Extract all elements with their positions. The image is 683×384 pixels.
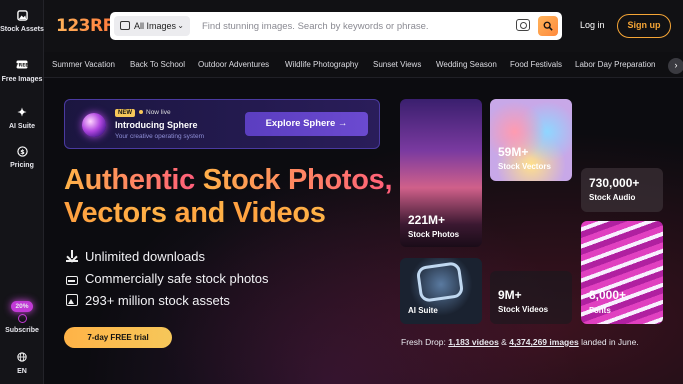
search-button[interactable]	[538, 16, 558, 36]
fresh-amp: &	[498, 337, 510, 347]
category-link[interactable]: Summer Vacation	[52, 60, 115, 69]
headline-text: Stock Photos,	[195, 164, 393, 196]
sidebar-item-label: Free Images	[1, 76, 43, 83]
promo-subtitle: Your creative operating system	[115, 133, 205, 140]
signup-button[interactable]: Sign up	[617, 14, 671, 38]
promo-title: Introducing Sphere	[115, 120, 198, 130]
dollar-icon: $	[16, 146, 28, 158]
category-link[interactable]: Sunset Views	[373, 60, 421, 69]
search-bar: All Images ⌄	[110, 12, 562, 40]
tile-stock-videos[interactable]: 9M+ Stock Videos	[490, 271, 572, 324]
feature-item: Unlimited downloads	[66, 249, 205, 265]
fresh-images-link[interactable]: 4,374,269 images	[509, 337, 578, 347]
tile-stock-vectors[interactable]: 59M+ Stock Vectors	[490, 99, 572, 181]
free-icon: FREE	[16, 60, 28, 72]
language-label: EN	[17, 368, 27, 375]
headline-accent: Authentic	[64, 164, 196, 196]
headline-text: and	[166, 197, 233, 229]
tile-count: 9M+	[498, 288, 522, 302]
image-icon	[16, 10, 28, 22]
tile-count: 730,000+	[589, 176, 640, 190]
tile-count: 221M+	[408, 213, 446, 227]
language-selector[interactable]: EN	[0, 352, 44, 376]
subscribe-glow-icon	[17, 314, 27, 323]
new-badge: NEW	[115, 109, 135, 117]
chevron-down-icon: ⌄	[177, 21, 184, 30]
fresh-drop-text: Fresh Drop: 1,183 videos & 4,374,269 ima…	[401, 337, 639, 347]
chevron-right-icon[interactable]: ›	[668, 58, 683, 74]
sparkle-icon: ✦	[17, 107, 27, 119]
download-icon	[66, 250, 78, 262]
discount-badge: 20%	[11, 301, 33, 312]
camera-icon[interactable]	[516, 19, 530, 31]
svg-text:$: $	[20, 148, 25, 156]
category-link[interactable]: Wedding Season	[436, 60, 497, 69]
free-trial-button[interactable]: 7-day FREE trial	[64, 327, 172, 348]
feature-label: Unlimited downloads	[85, 249, 205, 264]
sphere-orb-icon	[82, 113, 106, 137]
sidebar-item-free-images[interactable]: FREE Free Images	[0, 60, 44, 84]
search-icon	[543, 21, 553, 31]
fresh-suffix: landed in June.	[578, 337, 639, 347]
ai-ring-graphic	[415, 261, 465, 303]
category-link[interactable]: Outdoor Adventures	[198, 60, 269, 69]
feature-item: Commercially safe stock photos	[66, 271, 269, 287]
tile-stock-photos[interactable]: 221M+ Stock Photos	[400, 99, 482, 247]
category-link[interactable]: Food Festivals	[510, 60, 562, 69]
gallery-icon	[66, 294, 78, 306]
explore-sphere-button[interactable]: Explore Sphere →	[245, 112, 368, 136]
feature-item: 293+ million stock assets	[66, 293, 230, 309]
svg-text:FREE: FREE	[16, 63, 28, 69]
headline-accent: Videos	[232, 197, 326, 229]
category-link[interactable]: Wildlife Photography	[285, 60, 358, 69]
image-type-icon	[120, 21, 130, 30]
sidebar-item-label: Stock Assets	[0, 26, 44, 33]
tile-label: AI Suite	[408, 306, 438, 315]
category-bar: Summer Vacation Back To School Outdoor A…	[44, 52, 683, 78]
tile-count: 8,000+	[589, 288, 627, 302]
sidebar-item-label: AI Suite	[8, 123, 36, 130]
login-link[interactable]: Log in	[580, 20, 605, 30]
now-live-label: Now live	[139, 109, 171, 116]
tile-label: Stock Videos	[498, 305, 549, 314]
license-icon	[66, 276, 78, 285]
tile-label: Stock Audio	[589, 193, 636, 202]
header: 123RF All Images ⌄ Log in Sign up	[44, 0, 683, 52]
globe-icon	[16, 352, 28, 364]
fresh-videos-link[interactable]: 1,183 videos	[448, 337, 499, 347]
sidebar-item-stock-assets[interactable]: Stock Assets	[0, 10, 44, 34]
logo[interactable]: 123RF	[56, 16, 114, 36]
tile-label: Stock Photos	[408, 230, 460, 239]
sidebar-item-pricing[interactable]: $ Pricing	[0, 146, 44, 170]
tile-stock-audio[interactable]: 730,000+ Stock Audio	[581, 168, 663, 212]
feature-label: Commercially safe stock photos	[85, 271, 269, 286]
tile-count: 59M+	[498, 145, 529, 159]
feature-label: 293+ million stock assets	[85, 293, 230, 308]
tile-label: Fonts	[589, 306, 611, 315]
search-input[interactable]	[202, 16, 502, 36]
sidebar-item-label: Pricing	[10, 162, 34, 169]
hero-headline: Authentic Stock Photos, Vectors and Vide…	[64, 164, 394, 230]
search-type-dropdown[interactable]: All Images ⌄	[114, 16, 190, 36]
search-type-label: All Images	[134, 21, 177, 31]
subscribe-item[interactable]: 20% Subscribe	[0, 301, 44, 335]
tile-fonts[interactable]: 8,000+ Fonts	[581, 221, 663, 324]
subscribe-label: Subscribe	[5, 327, 39, 334]
fresh-prefix: Fresh Drop:	[401, 337, 449, 347]
sphere-promo-banner: NEW Now live Introducing Sphere Your cre…	[64, 99, 380, 149]
hero-section: NEW Now live Introducing Sphere Your cre…	[44, 78, 683, 384]
headline-accent: Vectors	[64, 197, 167, 229]
tile-label: Stock Vectors	[498, 162, 551, 171]
category-link[interactable]: Labor Day Preparation	[575, 60, 656, 69]
tile-ai-suite[interactable]: AI Suite	[400, 258, 482, 324]
sidebar: Stock Assets FREE Free Images ✦ AI Suite…	[0, 0, 44, 384]
category-link[interactable]: Back To School	[130, 60, 185, 69]
sidebar-item-ai-suite[interactable]: ✦ AI Suite	[0, 107, 44, 131]
